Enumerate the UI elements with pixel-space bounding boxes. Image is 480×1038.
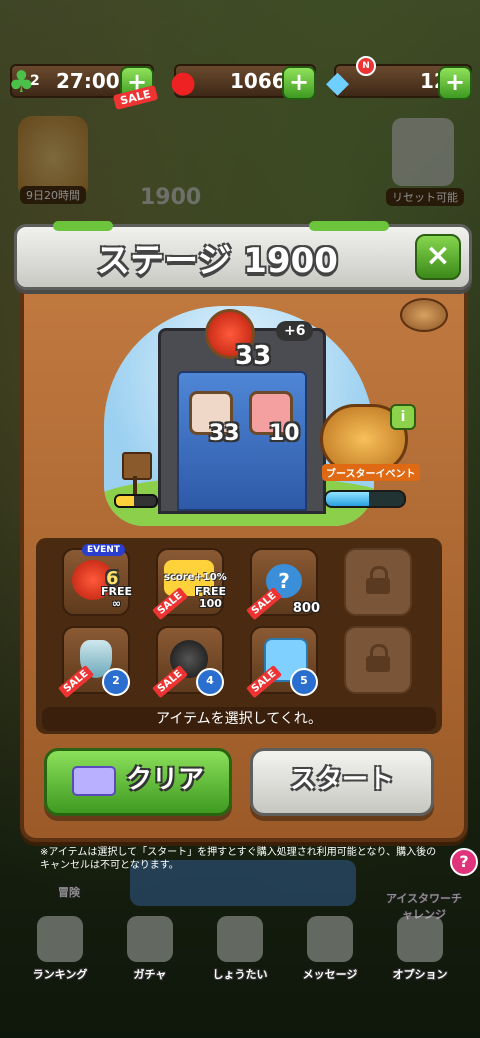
nav-ranking-label: ランキング xyxy=(32,968,88,981)
lock-icon xyxy=(366,566,390,594)
apple-bonus-bubble: +6 xyxy=(276,321,314,341)
cherry-counter: ● 1066 + xyxy=(170,64,316,100)
invite-icon xyxy=(217,916,263,962)
item-bomb-slot[interactable]: SALE 4 xyxy=(152,626,224,699)
gem-counter: ◆ N 12 + xyxy=(326,56,472,100)
stump-decor xyxy=(400,298,448,332)
booster-event-label: ブースターイベント xyxy=(322,464,420,481)
add-gems-button[interactable]: + xyxy=(438,66,472,100)
item-score-slot[interactable]: score+10% SALE FREE 100 xyxy=(152,548,227,621)
item-locked-slot[interactable] xyxy=(344,626,412,694)
item-apple-slot[interactable]: EVENT 6 FREE ∞ xyxy=(62,544,132,616)
free-amount: ∞ xyxy=(111,597,122,610)
clear-button-label: クリア xyxy=(125,765,204,795)
gem-new-badge: N xyxy=(356,56,376,76)
resource-bar: ♣ 2 27:00 + ● 1066 + ◆ N 12 + xyxy=(0,56,480,102)
stage-title: ステージ 1900 xyxy=(96,241,338,281)
nav-message-label: メッセージ xyxy=(302,968,358,981)
booster-info-button[interactable]: i xyxy=(390,404,416,430)
apple-item-free: FREE ∞ xyxy=(101,586,132,610)
booster-gauge-fill xyxy=(326,492,369,506)
gear-icon xyxy=(397,916,443,962)
stage-gate: 33 33 10 xyxy=(158,309,326,514)
dice-item-gem-price: 5 xyxy=(290,668,318,696)
lives-timer: 27:00 xyxy=(56,69,120,93)
start-button[interactable]: スタート xyxy=(250,748,434,816)
close-button[interactable]: × xyxy=(415,234,461,280)
grass-decor xyxy=(309,221,389,231)
grass-decor xyxy=(53,221,113,231)
trophy-icon xyxy=(37,916,83,962)
item-dice-slot[interactable]: SALE 5 xyxy=(246,626,318,699)
ticket-icon xyxy=(71,765,116,796)
bomb-item-gem-price: 4 xyxy=(196,668,224,696)
score-item-free: FREE 100 xyxy=(195,586,226,610)
cherry-count: 1066 xyxy=(230,69,286,93)
signpost-icon xyxy=(122,452,152,494)
nav-ranking[interactable]: ランキング xyxy=(20,916,100,982)
drill-item-gem-price: 2 xyxy=(102,668,130,696)
nav-invite-label: しょうたい xyxy=(212,968,268,981)
dialog-title-bar: ステージ 1900 × xyxy=(14,221,472,290)
help-button[interactable]: ? xyxy=(450,848,478,876)
add-cherries-button[interactable]: + xyxy=(282,66,316,100)
item-hint-text: アイテムを選択してくれ。 xyxy=(42,707,436,731)
free-amount: 100 xyxy=(199,597,222,610)
cherry-icon: ● xyxy=(170,65,197,100)
purchase-notice: ※アイテムは選択して「スタート」を押すとすぐ購入処理され利用可能となり、購入後の… xyxy=(40,847,437,871)
item-drill-slot[interactable]: SALE 2 xyxy=(58,626,130,699)
apple-target-count: 33 xyxy=(235,341,272,371)
booster-gauge xyxy=(324,490,406,508)
diamond-icon: ◆ xyxy=(326,65,350,100)
sale-ribbon: SALE xyxy=(246,586,283,621)
lock-icon xyxy=(366,644,390,672)
nav-option-label: オプション xyxy=(392,968,448,981)
pink-block-target-count: 10 xyxy=(269,421,300,446)
nav-message[interactable]: メッセージ xyxy=(290,916,370,982)
item-locked-slot[interactable] xyxy=(344,548,412,616)
mystery-item-price: 800 xyxy=(292,601,320,616)
nav-gacha-label: ガチャ xyxy=(133,968,167,981)
mail-icon xyxy=(307,916,353,962)
nav-option[interactable]: オプション xyxy=(380,916,460,982)
clear-button[interactable]: クリア xyxy=(44,748,232,816)
white-block-target-count: 33 xyxy=(209,421,240,446)
event-badge: EVENT xyxy=(82,544,125,556)
nav-gacha[interactable]: ガチャ xyxy=(110,916,190,982)
sale-ribbon: SALE xyxy=(58,664,95,699)
nav-invite[interactable]: しょうたい xyxy=(200,916,280,982)
sale-ribbon: SALE xyxy=(152,664,189,699)
item-mystery-slot[interactable]: ? SALE 800 xyxy=(246,548,320,621)
start-button-label: スタート xyxy=(289,765,394,795)
clear-progress-gauge xyxy=(114,494,158,508)
lives-count: 2 xyxy=(30,73,40,89)
gacha-icon xyxy=(127,916,173,962)
clear-progress-fill xyxy=(116,496,134,506)
